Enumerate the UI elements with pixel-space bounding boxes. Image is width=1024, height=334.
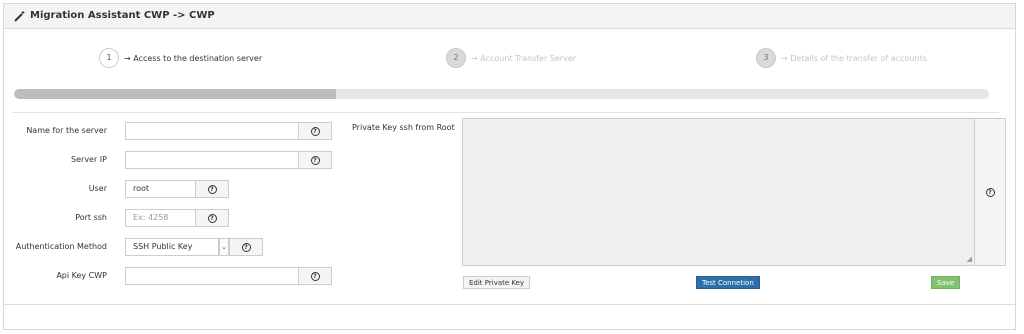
server-ip-label: Server IP [71,155,107,164]
page-title: Migration Assistant CWP -> CWP [30,10,215,21]
server-ip-help[interactable]: ? [298,151,332,169]
save-button[interactable]: Save [931,276,961,289]
resize-grip-icon[interactable]: ◢ [967,255,972,263]
help-icon: ? [985,187,995,197]
wizard-progress-bar [14,89,989,99]
chevron-down-icon[interactable]: ⌄ [219,238,229,256]
api-key-label: Api Key CWP [56,271,107,280]
port-input[interactable]: Ex: 4258 [125,209,196,227]
panel-header: Migration Assistant CWP -> CWP [4,4,1015,29]
user-input[interactable]: root [125,180,196,198]
step-1-label: → Access to the destination server [124,53,263,63]
step-3[interactable]: 3 → Details of the transfer of accounts [756,48,927,68]
api-key-help[interactable]: ? [298,267,332,285]
edit-private-key-button[interactable]: Edit Private Key [463,276,531,289]
wizard-steps: 1 → Access to the destination server 2 →… [12,36,999,113]
help-icon: ? [310,155,320,165]
auth-method-help[interactable]: ? [229,238,263,256]
help-icon: ? [241,242,251,252]
auth-method-label: Authentication Method [15,242,107,251]
wand-icon [14,11,25,22]
help-icon: ? [310,271,320,281]
port-label: Port ssh [75,213,107,222]
server-name-label: Name for the server [26,126,107,135]
help-icon: ? [207,184,217,194]
help-icon: ? [310,126,320,136]
api-key-input[interactable] [125,267,299,285]
private-key-help[interactable]: ? [974,118,1006,266]
step-2-label: → Account Transfer Server [471,53,577,63]
port-help[interactable]: ? [195,209,229,227]
step-2[interactable]: 2 → Account Transfer Server [446,48,576,68]
server-name-help[interactable]: ? [298,122,332,140]
user-label: User [88,184,107,193]
progress-fill [14,89,336,99]
test-connection-button[interactable]: Test Connetion [696,276,760,289]
step-3-label: → Details of the transfer of accounts [781,53,927,63]
step-3-number: 3 [756,48,776,68]
step-2-number: 2 [446,48,466,68]
private-key-textarea[interactable]: ◢ [462,118,975,266]
auth-method-select[interactable]: SSH Public Key [125,238,219,256]
help-icon: ? [207,213,217,223]
user-help[interactable]: ? [195,180,229,198]
private-key-label: Private Key ssh from Root [352,123,455,132]
server-name-input[interactable] [125,122,299,140]
footer-divider [4,304,1015,305]
step-1[interactable]: 1 → Access to the destination server [99,48,262,68]
step-1-number: 1 [99,48,119,68]
server-ip-input[interactable] [125,151,299,169]
